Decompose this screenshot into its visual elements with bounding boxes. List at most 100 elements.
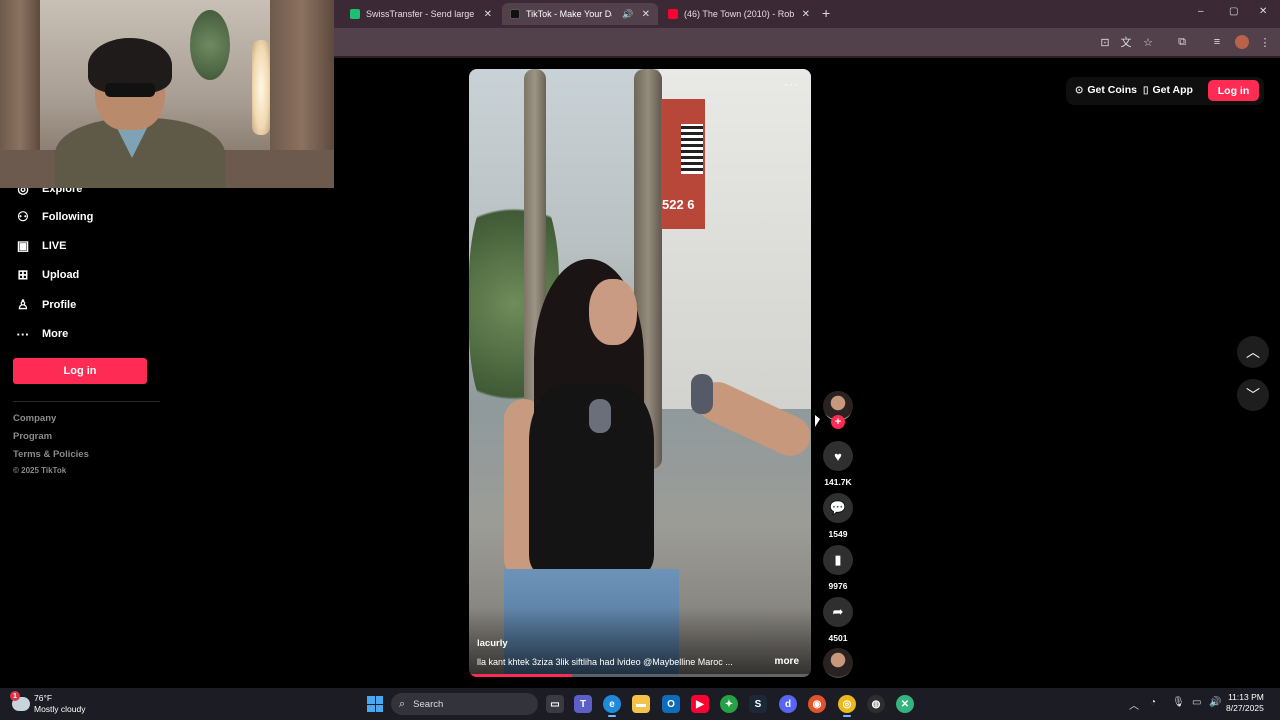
comment-count: 1549 <box>828 529 848 539</box>
bookmark-star-icon[interactable]: ☆ <box>1141 35 1155 49</box>
tray-overflow-icon[interactable]: ︿ <box>1129 697 1139 712</box>
sidebar-item-more[interactable]: ··· More <box>14 325 69 343</box>
share-count: 4501 <box>828 633 848 643</box>
sidebar-item-live[interactable]: ▣ LIVE <box>14 237 67 255</box>
system-clock[interactable]: 11:13 PM 8/27/2025 <box>1226 692 1264 714</box>
minimize-button[interactable]: – <box>1198 6 1204 17</box>
sidebar-item-label: Upload <box>42 269 80 281</box>
bookmark-count: 9976 <box>828 581 848 591</box>
install-app-icon[interactable]: ⊡ <box>1098 35 1112 49</box>
tab-swisstransfer[interactable]: SwissTransfer - Send large files ✕ <box>342 3 500 25</box>
sidebar-item-upload[interactable]: ⊞ Upload <box>14 266 80 284</box>
footer-link-program[interactable]: Program <box>13 431 52 442</box>
edge-icon[interactable]: e <box>603 695 621 717</box>
maximize-button[interactable]: ▢ <box>1229 6 1238 17</box>
swisstransfer-favicon-icon <box>350 9 360 19</box>
translate-icon[interactable]: 文 <box>1119 35 1133 49</box>
follow-plus-button[interactable]: + <box>831 415 845 429</box>
profile-icon: ♙ <box>17 297 29 312</box>
video-player[interactable]: 522 6 ··· lacurly lla kant khtek 3ziza 3… <box>469 69 811 677</box>
bookmark-icon[interactable]: ▮ <box>823 545 853 575</box>
video-caption: lla kant khtek 3ziza 3lik siftliha had l… <box>477 657 733 667</box>
obs-icon[interactable]: ◍ <box>867 695 885 713</box>
copyright-text: © 2025 TikTok <box>13 466 67 475</box>
live-icon: ▣ <box>16 238 30 253</box>
bookmark-action[interactable]: ▮ 9976 <box>823 545 853 591</box>
upload-icon: ⊞ <box>17 267 29 282</box>
tab-label: (46) The Town (2010) - Robbery <box>684 9 794 19</box>
weather-desc: Mostly cloudy <box>34 704 86 714</box>
phone-icon: ▯ <box>1143 84 1149 96</box>
extensions-icon[interactable]: ⧉ <box>1175 35 1189 49</box>
header-login-button[interactable]: Log in <box>1208 80 1259 101</box>
media-control-icon[interactable]: ≡ <box>1210 35 1224 49</box>
outlook-icon[interactable]: O <box>662 695 680 713</box>
comment-action[interactable]: 💬 1549 <box>823 493 853 539</box>
sidebar-login-button[interactable]: Log in <box>13 358 147 384</box>
close-tab-icon[interactable]: ✕ <box>642 9 650 20</box>
close-tab-icon[interactable]: ✕ <box>802 9 810 20</box>
get-app-label: Get App <box>1152 84 1193 96</box>
taskbar-search[interactable]: ⌕ Search <box>391 693 538 715</box>
clock-date: 8/27/2025 <box>1226 703 1264 713</box>
steam-icon[interactable]: S <box>749 695 767 713</box>
discord-icon[interactable]: d <box>779 695 797 713</box>
like-count: 141.7K <box>824 477 852 487</box>
weather-widget[interactable]: 1 76°F Mostly cloudy <box>10 691 86 715</box>
tab-label: TikTok - Make Your Day <box>526 9 613 19</box>
tiktok-favicon-icon <box>510 9 520 19</box>
file-explorer-icon[interactable]: ▬ <box>632 695 650 713</box>
previous-video-button[interactable]: ︿ <box>1237 336 1269 368</box>
footer-link-company[interactable]: Company <box>13 413 56 424</box>
sidebar-divider <box>13 401 160 402</box>
coin-icon: ⊙ <box>1075 84 1084 96</box>
teams-icon[interactable]: T <box>574 695 592 713</box>
tab-youtube[interactable]: (46) The Town (2010) - Robbery ✕ <box>660 3 818 25</box>
app-icon[interactable]: ◉ <box>808 695 826 713</box>
chevron-down-icon: ﹀ <box>1246 387 1260 403</box>
menu-kebab-icon[interactable]: ⋮ <box>1258 35 1272 49</box>
xbox-app-icon[interactable]: ✕ <box>896 695 914 713</box>
close-tab-icon[interactable]: ✕ <box>484 9 492 20</box>
network-icon[interactable]: ▭ <box>1192 697 1201 708</box>
video-menu-icon[interactable]: ··· <box>784 77 799 91</box>
video-progress-bar[interactable] <box>469 674 811 677</box>
tab-tiktok[interactable]: TikTok - Make Your Day 🔊 ✕ <box>502 3 658 25</box>
youtube-icon[interactable]: ▶ <box>691 695 709 713</box>
sidebar-item-following[interactable]: ⚇ Following <box>14 208 93 226</box>
speaker-icon[interactable]: 🔊 <box>622 9 633 20</box>
task-view-icon[interactable]: ▭ <box>546 695 564 713</box>
share-action[interactable]: ➦ 4501 <box>823 597 853 643</box>
microphone-icon[interactable]: 🎙 <box>1172 697 1185 708</box>
storefront-sign: 522 6 <box>662 197 695 212</box>
get-app-button[interactable]: ▯ Get App <box>1143 84 1193 96</box>
tray-app-icon[interactable]: ◔ <box>1150 697 1156 708</box>
profile-avatar-icon[interactable] <box>1235 35 1249 49</box>
get-coins-label: Get Coins <box>1087 84 1137 96</box>
get-coins-button[interactable]: ⊙ Get Coins <box>1075 84 1137 96</box>
footer-link-terms[interactable]: Terms & Policies <box>13 449 89 460</box>
sidebar-item-label: Following <box>42 211 94 223</box>
close-window-button[interactable]: ✕ <box>1259 6 1267 17</box>
music-disc-icon[interactable] <box>823 648 853 678</box>
sidebar-item-profile[interactable]: ♙ Profile <box>14 296 76 314</box>
cloud-icon: 1 <box>10 691 30 711</box>
chrome-icon[interactable]: ◎ <box>838 695 856 717</box>
youtube-favicon-icon <box>668 9 678 19</box>
comment-bubble-icon[interactable]: 💬 <box>823 493 853 523</box>
mouse-cursor <box>815 415 820 427</box>
start-button[interactable] <box>367 696 383 712</box>
new-tab-button[interactable]: + <box>822 5 830 21</box>
person-follow-icon: ⚇ <box>17 209 29 224</box>
like-action[interactable]: ♥ 141.7K <box>823 441 853 487</box>
notification-badge: 1 <box>10 691 20 701</box>
xbox-icon[interactable]: ✦ <box>720 695 738 713</box>
chevron-up-icon: ︿ <box>1246 344 1260 360</box>
sidebar-item-label: More <box>42 328 69 340</box>
caption-more-button[interactable]: more <box>775 656 799 667</box>
volume-icon[interactable]: 🔊 <box>1209 697 1221 708</box>
share-arrow-icon[interactable]: ➦ <box>823 597 853 627</box>
next-video-button[interactable]: ﹀ <box>1237 379 1269 411</box>
video-author[interactable]: lacurly <box>477 638 508 649</box>
heart-icon[interactable]: ♥ <box>823 441 853 471</box>
